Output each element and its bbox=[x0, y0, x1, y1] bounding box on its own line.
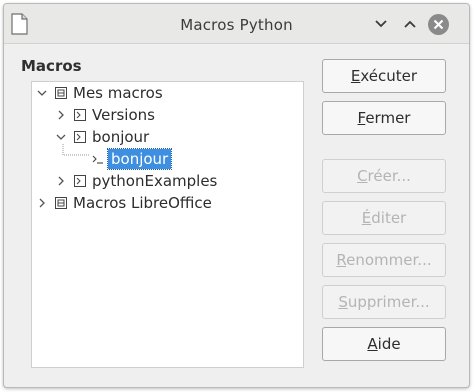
chevron-right-icon[interactable] bbox=[56, 110, 66, 120]
macros-section-label: Macros bbox=[21, 57, 82, 75]
tree-node-versions[interactable]: Versions bbox=[32, 104, 302, 126]
chevron-right-icon[interactable] bbox=[56, 176, 66, 186]
close-button[interactable]: Fermer bbox=[322, 101, 446, 135]
tree-node-bonjour-macro[interactable]: bonjour bbox=[32, 144, 302, 170]
delete-button[interactable]: Supprimer... bbox=[322, 285, 446, 319]
tree-connector bbox=[62, 144, 89, 156]
tree-node-label-selected: bonjour bbox=[106, 148, 173, 170]
maximize-icon[interactable] bbox=[400, 14, 420, 34]
edit-button[interactable]: Éditer bbox=[322, 201, 446, 235]
close-window-button[interactable] bbox=[428, 14, 449, 35]
chevron-down-icon[interactable] bbox=[37, 88, 47, 98]
chevron-down-icon[interactable] bbox=[56, 132, 66, 142]
module-icon bbox=[74, 131, 86, 143]
tree-node-label: Macros LibreOffice bbox=[73, 194, 212, 212]
macros-python-dialog: Macros Python Macros Mes macros Versions bbox=[3, 3, 470, 388]
tree-node-label: pythonExamples bbox=[92, 172, 218, 190]
execute-button[interactable]: Exécuter bbox=[322, 59, 446, 93]
macro-script-icon bbox=[92, 155, 103, 164]
close-icon bbox=[433, 19, 444, 30]
title-bar[interactable]: Macros Python bbox=[4, 4, 469, 44]
create-button[interactable]: Créer... bbox=[322, 159, 446, 193]
tree-node-macros-libreoffice[interactable]: Macros LibreOffice bbox=[32, 192, 302, 214]
tree-node-label: Versions bbox=[92, 106, 155, 124]
minimize-icon[interactable] bbox=[371, 14, 391, 34]
macro-tree[interactable]: Mes macros Versions bonjour bonjour pyth… bbox=[31, 81, 304, 368]
help-button[interactable]: Aide bbox=[322, 327, 446, 361]
chevron-right-icon[interactable] bbox=[37, 198, 47, 208]
library-icon bbox=[55, 87, 67, 99]
rename-button[interactable]: Renommer... bbox=[322, 243, 446, 277]
module-icon bbox=[74, 175, 86, 187]
tree-node-mes-macros[interactable]: Mes macros bbox=[32, 82, 302, 104]
tree-node-label: bonjour bbox=[92, 128, 150, 146]
library-icon bbox=[55, 197, 67, 209]
module-icon bbox=[74, 109, 86, 121]
tree-node-label: Mes macros bbox=[73, 84, 163, 102]
tree-node-pythonexamples[interactable]: pythonExamples bbox=[32, 170, 302, 192]
